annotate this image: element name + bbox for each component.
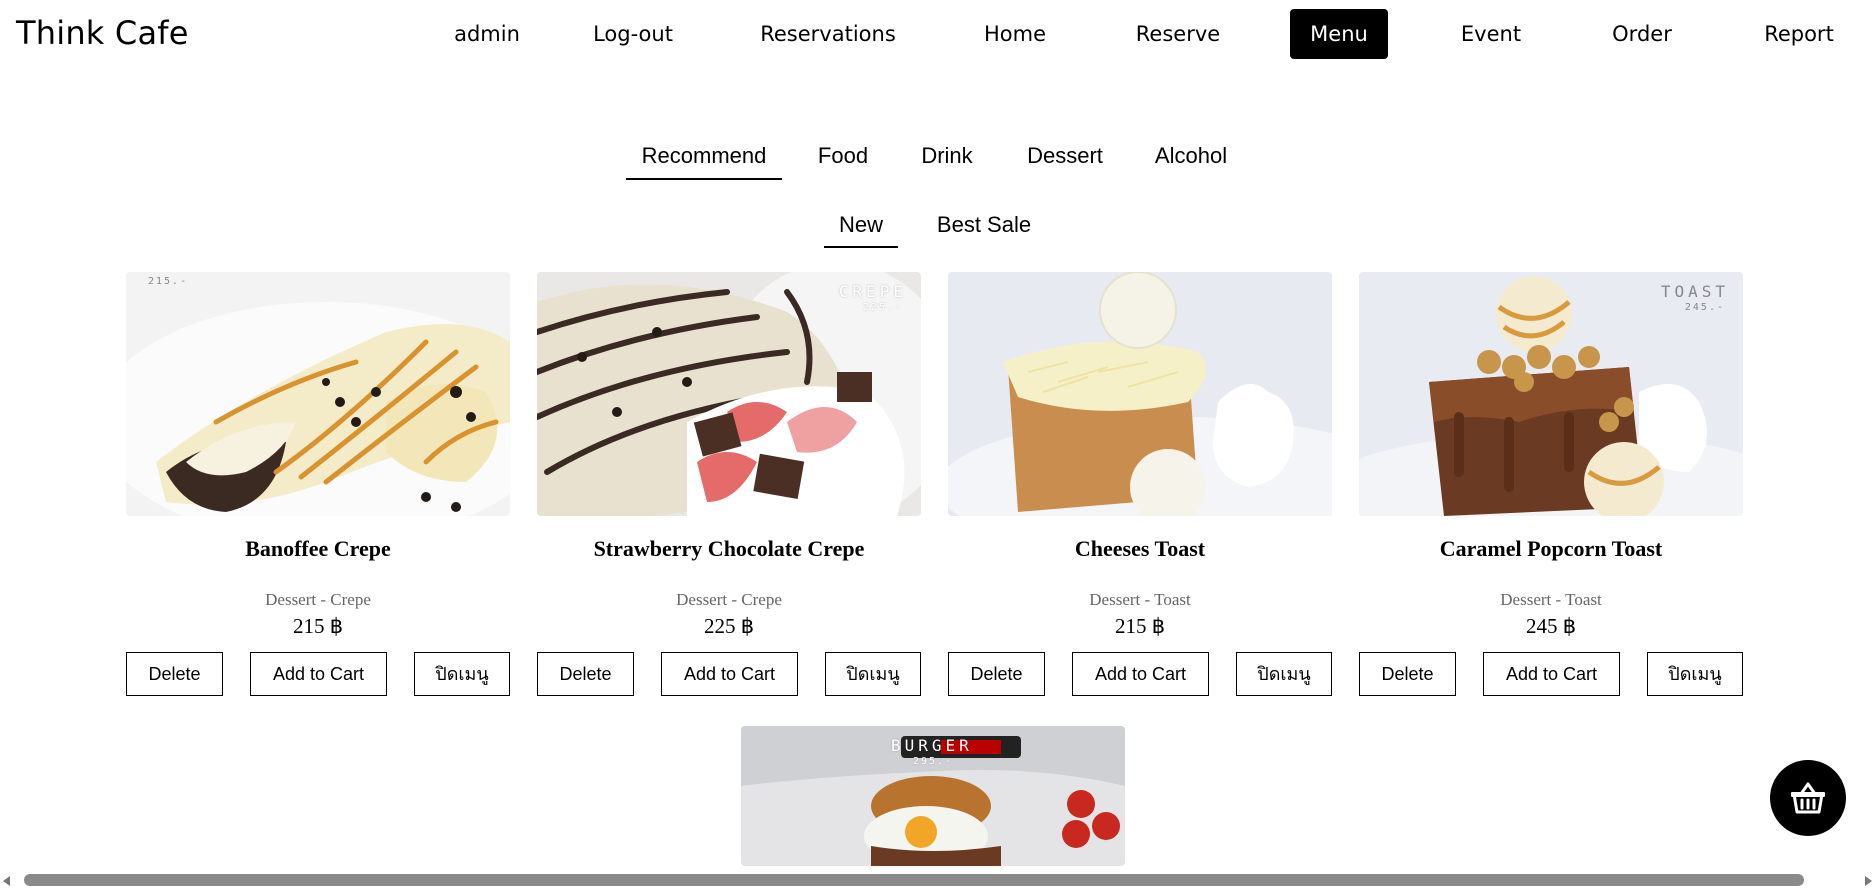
image-price-label: 245.- — [1684, 302, 1725, 313]
nav-order[interactable]: Order — [1603, 9, 1681, 59]
image-price-label: 215.- — [148, 276, 189, 287]
product-price: 215 ฿ — [1114, 614, 1166, 638]
product-price: 225 ฿ — [703, 614, 755, 638]
product-category: Dessert - Crepe — [676, 590, 782, 609]
product-price: 245 ฿ — [1525, 614, 1577, 638]
tab-drink[interactable]: Drink — [914, 138, 980, 178]
product-name: Banoffee Crepe — [245, 536, 391, 561]
product-card: Cheeses Toast Dessert - Toast 215 ฿ Dele… — [948, 272, 1332, 702]
nav-event[interactable]: Event — [1448, 9, 1534, 59]
product-category: Dessert - Crepe — [265, 590, 371, 609]
add-to-cart-button[interactable]: Add to Cart — [1483, 652, 1620, 696]
product-name: Strawberry Chocolate Crepe — [593, 536, 865, 561]
product-card: TOAST 245.- Caramel Popcorn Toast Desser… — [1359, 272, 1743, 702]
nav-logout[interactable]: Log-out — [583, 9, 683, 59]
product-name: Caramel Popcorn Toast — [1439, 536, 1663, 561]
tab-recommend[interactable]: Recommend — [626, 138, 782, 180]
product-name: Cheeses Toast — [1074, 536, 1206, 561]
delete-button[interactable]: Delete — [948, 652, 1045, 696]
cart-button[interactable] — [1770, 760, 1846, 836]
subtab-best-sale[interactable]: Best Sale — [932, 208, 1036, 246]
nav-reserve[interactable]: Reserve — [1130, 9, 1226, 59]
delete-button[interactable]: Delete — [537, 652, 634, 696]
scroll-right-icon[interactable] — [1865, 876, 1872, 886]
category-tabs: Recommend Food Drink Dessert Alcohol — [0, 138, 1875, 182]
basket-icon — [1791, 782, 1825, 814]
tab-food[interactable]: Food — [810, 138, 876, 178]
image-tag: BURGER — [891, 736, 973, 755]
sub-tabs: New Best Sale — [0, 208, 1875, 250]
product-image[interactable]: 215.- — [126, 272, 510, 516]
scrollbar-thumb[interactable] — [24, 874, 1804, 886]
close-menu-button[interactable]: ปิดเมนู — [414, 652, 510, 696]
close-menu-button[interactable]: ปิดเมนู — [1647, 652, 1743, 696]
product-price: 215 ฿ — [292, 614, 344, 638]
image-price-label: 225.- — [862, 302, 903, 313]
delete-button[interactable]: Delete — [1359, 652, 1456, 696]
horizontal-scrollbar[interactable] — [0, 872, 1875, 889]
product-image[interactable] — [948, 272, 1332, 516]
image-tag: CREPE — [838, 282, 907, 301]
tab-alcohol[interactable]: Alcohol — [1148, 138, 1234, 178]
product-card: CREPE 225.- Strawberry Chocolate Crepe D… — [537, 272, 921, 702]
nav-menu[interactable]: Menu — [1290, 9, 1388, 59]
nav-admin[interactable]: admin — [449, 9, 525, 59]
product-image[interactable]: TOAST 245.- — [1359, 272, 1743, 516]
add-to-cart-button[interactable]: Add to Cart — [661, 652, 798, 696]
delete-button[interactable]: Delete — [126, 652, 223, 696]
close-menu-button[interactable]: ปิดเมนู — [825, 652, 921, 696]
subtab-new[interactable]: New — [824, 208, 898, 248]
product-image[interactable]: BURGER 295.- — [741, 726, 1125, 866]
top-nav: admin Log-out Reservations Home Reserve … — [0, 9, 1875, 59]
product-card: 215.- Banoffee Crepe Dessert - Crepe 215… — [126, 272, 510, 702]
nav-report[interactable]: Report — [1756, 9, 1842, 59]
scroll-left-icon[interactable] — [3, 876, 10, 886]
add-to-cart-button[interactable]: Add to Cart — [250, 652, 387, 696]
tab-dessert[interactable]: Dessert — [1018, 138, 1112, 178]
product-category: Dessert - Toast — [1089, 590, 1191, 609]
close-menu-button[interactable]: ปิดเมนู — [1236, 652, 1332, 696]
product-image[interactable]: CREPE 225.- — [537, 272, 921, 516]
image-tag: TOAST — [1660, 282, 1729, 301]
add-to-cart-button[interactable]: Add to Cart — [1072, 652, 1209, 696]
image-price-label: 295.- — [913, 756, 954, 767]
nav-home[interactable]: Home — [975, 9, 1055, 59]
nav-reservations[interactable]: Reservations — [758, 9, 898, 59]
product-category: Dessert - Toast — [1500, 590, 1602, 609]
